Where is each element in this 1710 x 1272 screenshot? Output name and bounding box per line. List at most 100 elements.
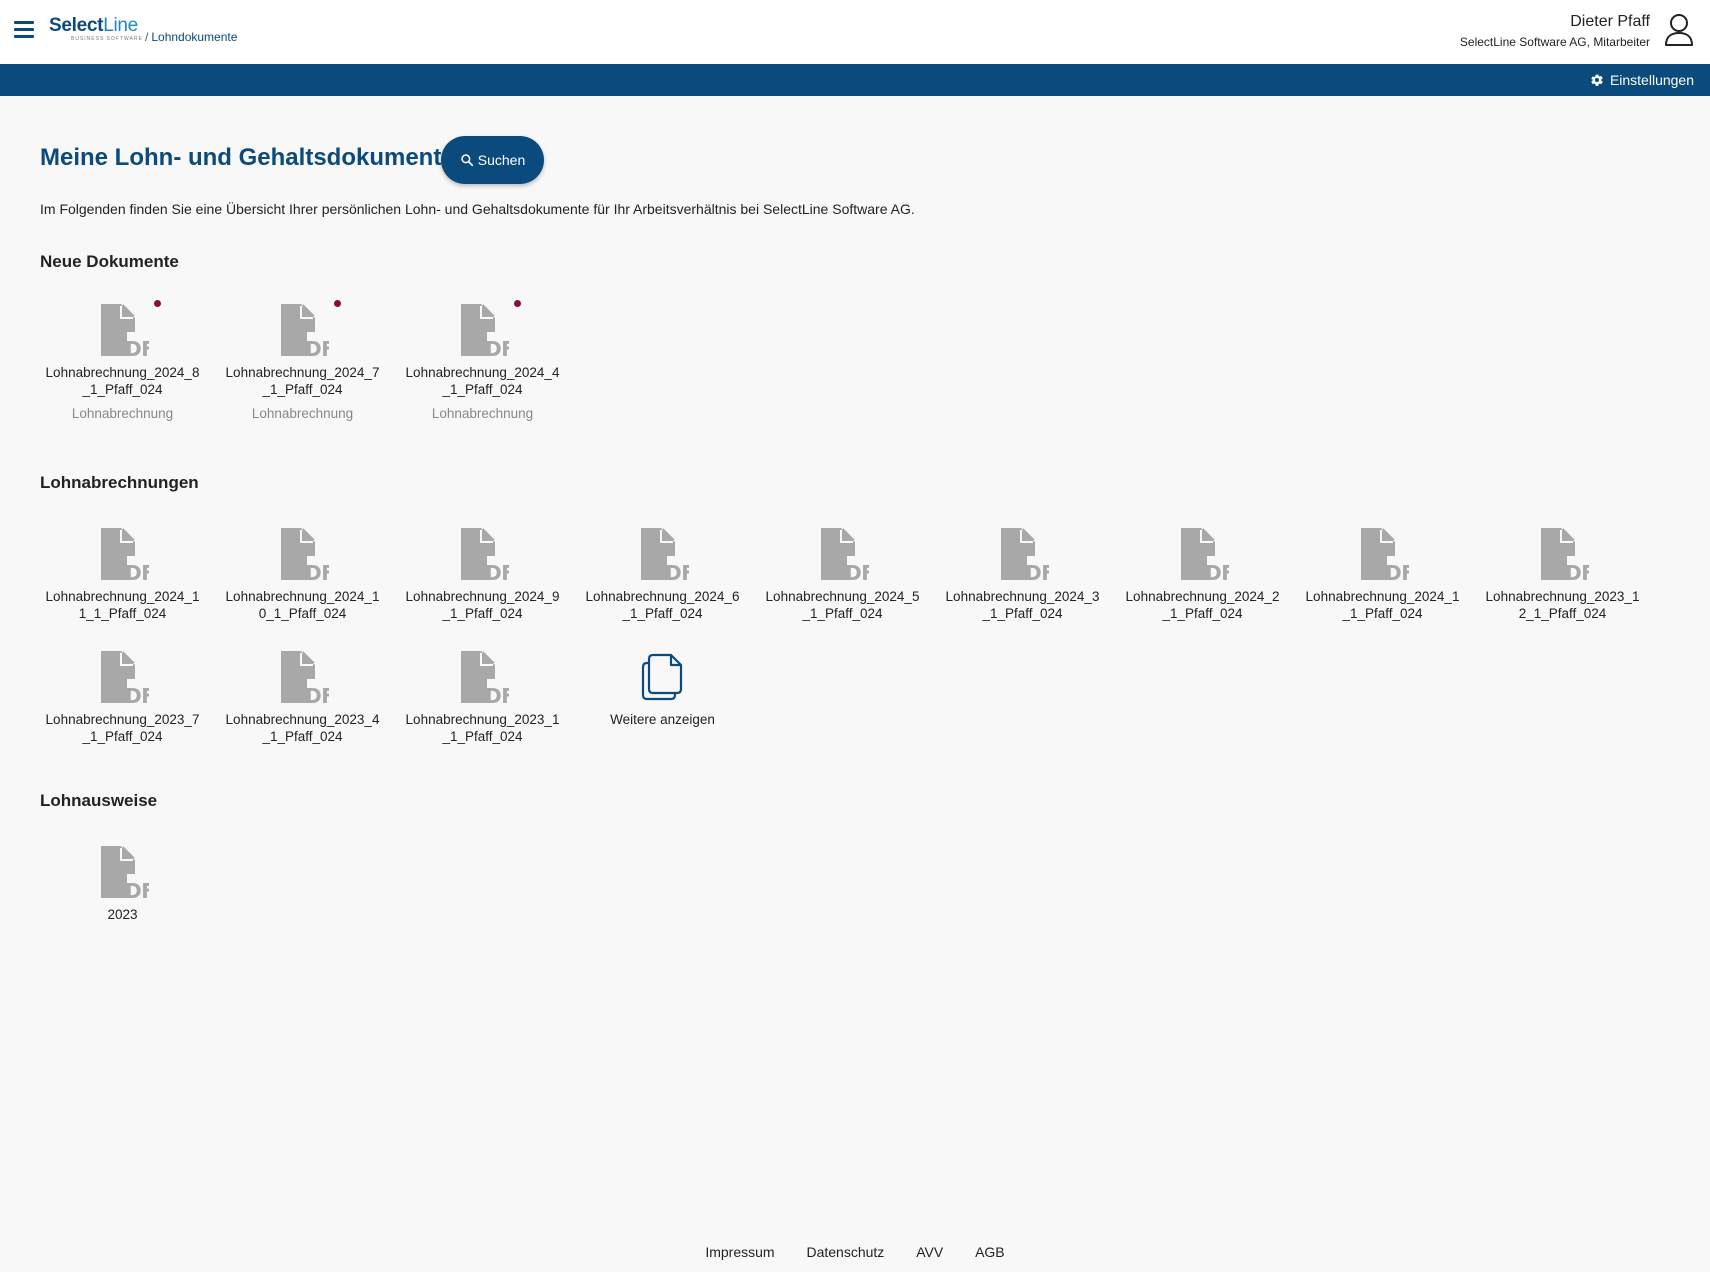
svg-text:PDF: PDF: [1551, 561, 1589, 580]
svg-text:PDF: PDF: [1371, 561, 1409, 580]
pdf-file-icon: PDF: [277, 528, 329, 580]
svg-text:PDF: PDF: [291, 337, 329, 356]
intro-text: Im Folgenden finden Sie eine Übersicht I…: [40, 201, 915, 217]
new-document-item[interactable]: PDF Lohnabrechnung_2024_8_1_Pfaff_024 Lohn…: [40, 300, 205, 422]
pdf-file-icon: PDF: [97, 846, 149, 898]
payslip-item[interactable]: PDF Lohnabrechnung_2024_10_1_Pfaff_024: [220, 528, 385, 622]
hamburger-menu-icon[interactable]: [14, 21, 34, 39]
document-name: Lohnabrechnung_2024_11_1_Pfaff_024: [45, 589, 200, 621]
salary-certificate-item[interactable]: PDF 2023: [40, 846, 205, 923]
document-type: Lohnabrechnung: [71, 406, 174, 421]
new-indicator-dot: [153, 300, 161, 307]
document-name: Lohnabrechnung_2023_4_1_Pfaff_024: [225, 712, 380, 744]
document-name: Lohnabrechnung_2024_7_1_Pfaff_024: [225, 365, 380, 397]
footer-link-impressum[interactable]: Impressum: [705, 1244, 774, 1260]
document-name: Lohnabrechnung_2024_6_1_Pfaff_024: [585, 589, 740, 621]
document-name: Lohnabrechnung_2024_2_1_Pfaff_024: [1125, 589, 1280, 621]
payslip-item[interactable]: PDF Lohnabrechnung_2024_11_1_Pfaff_024: [40, 528, 205, 622]
breadcrumb: / Lohndokumente: [145, 30, 237, 44]
pdf-file-icon: PDF: [97, 528, 149, 580]
document-name: Lohnabrechnung_2024_5_1_Pfaff_024: [765, 589, 920, 621]
svg-text:PDF: PDF: [111, 561, 149, 580]
pdf-file-icon: PDF: [97, 300, 161, 356]
section-title-salary-certificates: Lohnausweise: [40, 791, 158, 810]
document-type: Lohnabrechnung: [431, 406, 534, 421]
svg-text:PDF: PDF: [291, 684, 329, 703]
svg-text:PDF: PDF: [471, 337, 509, 356]
search-button[interactable]: Suchen: [441, 136, 544, 184]
settings-label: Einstellungen: [1609, 72, 1694, 88]
svg-text:PDF: PDF: [111, 684, 149, 703]
document-type: Lohnabrechnung: [251, 406, 354, 421]
document-name: Lohnabrechnung_2023_7_1_Pfaff_024: [45, 712, 200, 744]
top-header: SelectLine BUSINESS SOFTWARE / Lohndokume…: [0, 0, 1710, 64]
svg-text:PDF: PDF: [831, 561, 869, 580]
footer-link-avv[interactable]: AVV: [916, 1244, 943, 1260]
show-more-label: Weitere anzeigen: [610, 712, 715, 727]
footer-link-datenschutz[interactable]: Datenschutz: [806, 1244, 884, 1260]
document-name: 2023: [107, 907, 138, 922]
search-label: Suchen: [477, 152, 526, 168]
pdf-file-icon: PDF: [457, 528, 509, 580]
payslip-item[interactable]: PDF Lohnabrechnung_2024_2_1_Pfaff_024: [1120, 528, 1285, 622]
pdf-file-icon: PDF: [637, 528, 689, 580]
document-name: Lohnabrechnung_2024_3_1_Pfaff_024: [945, 589, 1100, 621]
section-title-new: Neue Dokumente: [40, 252, 179, 271]
document-name: Lohnabrechnung_2024_9_1_Pfaff_024: [405, 589, 560, 621]
pdf-file-icon: PDF: [1357, 528, 1409, 580]
payslip-item[interactable]: PDF Lohnabrechnung_2023_1_1_Pfaff_024: [400, 651, 565, 745]
pdf-file-icon: PDF: [97, 651, 149, 703]
pdf-file-icon: PDF: [457, 300, 521, 356]
new-indicator-dot: [513, 300, 521, 307]
pdf-file-icon: PDF: [817, 528, 869, 580]
footer-link-agb[interactable]: AGB: [975, 1244, 1005, 1260]
payslip-item[interactable]: PDF Lohnabrechnung_2024_3_1_Pfaff_024: [940, 528, 1105, 622]
logo-text: SelectLine: [49, 15, 138, 36]
new-document-item[interactable]: PDF Lohnabrechnung_2024_4_1_Pfaff_024 Lohn…: [400, 300, 565, 422]
document-name: Lohnabrechnung_2024_8_1_Pfaff_024: [45, 365, 200, 397]
document-name: Lohnabrechnung_2024_4_1_Pfaff_024: [405, 365, 560, 397]
payslip-item[interactable]: PDF Lohnabrechnung_2023_12_1_Pfaff_024: [1480, 528, 1645, 622]
pdf-file-icon: PDF: [277, 300, 341, 356]
gear-icon: [1591, 74, 1603, 86]
section-title-payslips: Lohnabrechnungen: [40, 473, 199, 492]
payslip-item[interactable]: PDF Lohnabrechnung_2024_6_1_Pfaff_024: [580, 528, 745, 622]
new-document-item[interactable]: PDF Lohnabrechnung_2024_7_1_Pfaff_024 Lohn…: [220, 300, 385, 422]
pdf-file-icon: PDF: [1537, 528, 1589, 580]
footer: Impressum Datenschutz AVV AGB: [0, 1243, 1710, 1261]
payslip-item[interactable]: PDF Lohnabrechnung_2023_7_1_Pfaff_024: [40, 651, 205, 745]
svg-text:PDF: PDF: [471, 684, 509, 703]
settings-button[interactable]: Einstellungen: [1590, 71, 1694, 89]
document-name: Lohnabrechnung_2023_1_1_Pfaff_024: [405, 712, 560, 744]
pdf-file-icon: PDF: [457, 651, 509, 703]
document-name: Lohnabrechnung_2024_10_1_Pfaff_024: [225, 589, 380, 621]
pdf-file-icon: PDF: [1177, 528, 1229, 580]
payslip-item[interactable]: PDF Lohnabrechnung_2024_5_1_Pfaff_024: [760, 528, 925, 622]
document-name: Lohnabrechnung_2024_1_1_Pfaff_024: [1305, 589, 1460, 621]
search-icon: [461, 154, 473, 167]
payslip-item[interactable]: PDF Lohnabrechnung_2024_1_1_Pfaff_024: [1300, 528, 1465, 622]
page-title: Meine Lohn- und Gehaltsdokumente: [40, 144, 455, 171]
pdf-file-icon: PDF: [277, 651, 329, 703]
selectline-logo[interactable]: SelectLine BUSINESS SOFTWARE: [49, 16, 144, 46]
breadcrumb-separator: /: [145, 30, 149, 44]
svg-text:PDF: PDF: [291, 561, 329, 580]
user-info: Dieter Pfaff SelectLine Software AG, Mit…: [1460, 12, 1650, 50]
pdf-file-icon: PDF: [997, 528, 1049, 580]
user-name: Dieter Pfaff: [1570, 13, 1650, 30]
new-indicator-dot: [333, 300, 341, 307]
user-avatar-icon[interactable]: [1664, 13, 1694, 47]
breadcrumb-current[interactable]: Lohndokumente: [151, 30, 237, 44]
payslip-item[interactable]: PDF Lohnabrechnung_2024_9_1_Pfaff_024: [400, 528, 565, 622]
svg-text:PDF: PDF: [471, 561, 509, 580]
payslip-item[interactable]: PDF Lohnabrechnung_2023_4_1_Pfaff_024: [220, 651, 385, 745]
svg-text:PDF: PDF: [111, 879, 149, 898]
document-name: Lohnabrechnung_2023_12_1_Pfaff_024: [1485, 589, 1640, 621]
show-more-button[interactable]: Weitere anzeigen: [580, 651, 745, 728]
nav-bar: Einstellungen: [0, 64, 1710, 96]
copy-documents-icon: [637, 651, 689, 703]
svg-text:PDF: PDF: [111, 337, 149, 356]
logo-subtext: BUSINESS SOFTWARE: [71, 36, 143, 42]
svg-text:PDF: PDF: [651, 561, 689, 580]
user-company: SelectLine Software AG, Mitarbeiter: [1459, 35, 1650, 49]
